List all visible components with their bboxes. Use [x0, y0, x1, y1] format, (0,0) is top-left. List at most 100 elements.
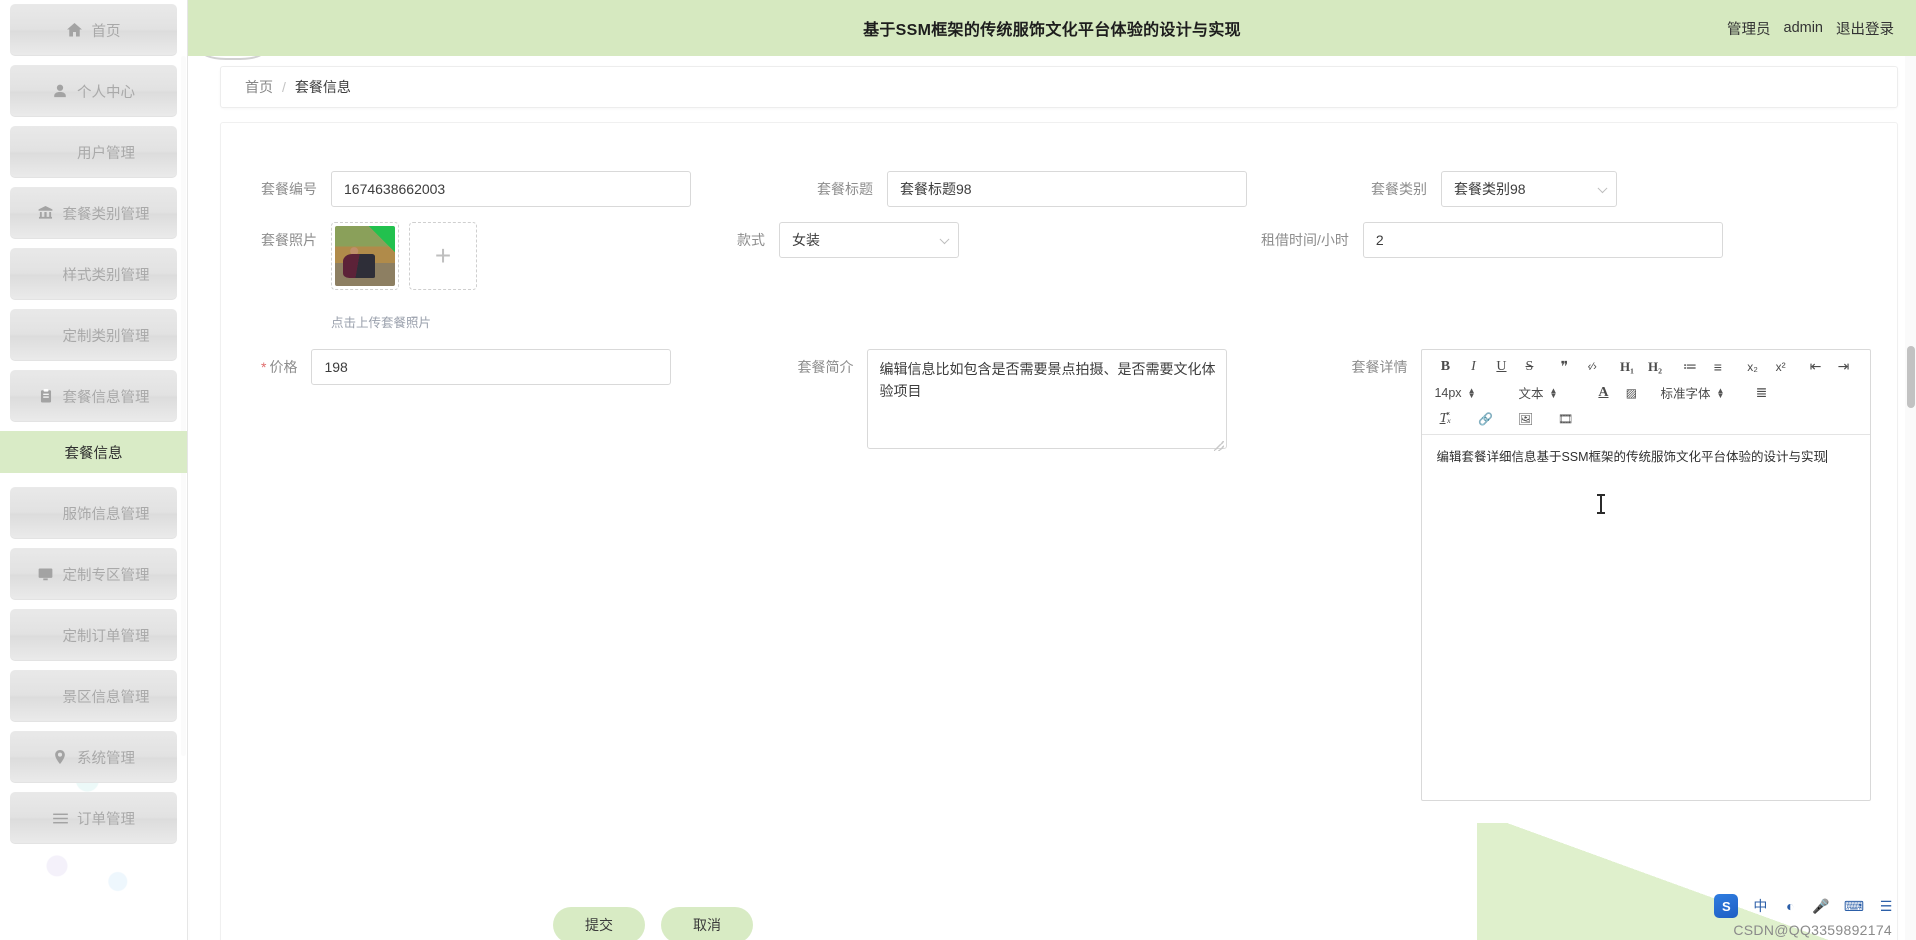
textarea-resize-grip[interactable] — [1214, 441, 1225, 451]
text-style-select[interactable]: 文本 ▲ ▼ — [1518, 383, 1576, 402]
font-size-select[interactable]: 14px ▲ ▼ — [1434, 386, 1492, 400]
field-package-category: 套餐类别 套餐类别98 — [1371, 171, 1617, 207]
grid-icon — [38, 689, 54, 704]
sidebar-item-clothing-info-management[interactable]: 服饰信息管理 — [10, 487, 177, 539]
app-root: 首页 个人中心 用户管理 套餐类别管理 样式类别管理 定制类别管理 套餐信息管理… — [0, 0, 1916, 940]
heading1-icon[interactable]: H₁ — [1616, 357, 1638, 376]
sidebar-item-personal-center[interactable]: 个人中心 — [10, 65, 177, 117]
subscript-icon[interactable]: x₂ — [1742, 357, 1764, 376]
video-icon[interactable]: 🎞 — [1554, 409, 1576, 428]
page-scrollbar-track[interactable] — [1905, 56, 1916, 940]
font-family-select[interactable]: 标准字体 ▲ ▼ — [1660, 383, 1734, 402]
image-icon[interactable]: 🖼 — [1514, 409, 1536, 428]
ime-halfwidth-icon[interactable]: ◐ — [1782, 898, 1798, 914]
logout-button[interactable]: 退出登录 — [1836, 18, 1894, 39]
sidebar-item-custom-category-management[interactable]: 定制类别管理 — [10, 309, 177, 361]
chevron-down-icon — [939, 234, 950, 245]
indent-icon[interactable]: ⇥ — [1832, 357, 1854, 376]
sidebar-item-scenic-info-management[interactable]: 景区信息管理 — [10, 670, 177, 722]
breadcrumb-home[interactable]: 首页 — [245, 77, 273, 97]
grid-icon — [38, 506, 54, 521]
package-form-card: 套餐编号 套餐标题 套餐类别 套餐类别98 套餐照 — [220, 122, 1898, 940]
align-icon[interactable]: ≣ — [1750, 383, 1772, 402]
stepper-icon: ▲ ▼ — [1716, 385, 1725, 400]
editor-content-area[interactable]: 编辑套餐详细信息基于SSM框架的传统服饰文化平台体验的设计与实现 — [1422, 435, 1870, 800]
required-mark: * — [261, 359, 267, 375]
app-header: 基于SSM框架的传统服饰文化平台体验的设计与实现 管理员 admin 退出登录 — [188, 0, 1916, 56]
blockquote-icon[interactable]: ❞ — [1553, 357, 1575, 376]
font-size-value: 14px — [1434, 385, 1462, 400]
sidebar-item-order-management[interactable]: 订单管理 — [10, 792, 177, 844]
italic-icon[interactable]: I — [1462, 357, 1484, 376]
field-package-detail: 套餐详情 B I U S ❞ ‹∕› H₁ H₂ ≔ ≡ x₂ x² ⇤ ⇥ 1… — [1351, 349, 1872, 801]
grid-icon — [38, 328, 54, 343]
cancel-button[interactable]: 取消 — [661, 907, 753, 940]
submit-button[interactable]: 提交 — [553, 907, 645, 940]
bold-icon[interactable]: B — [1434, 357, 1456, 376]
style-select[interactable]: 女装 — [779, 222, 959, 258]
list-icon — [52, 811, 68, 826]
strikethrough-icon[interactable]: S — [1518, 357, 1540, 376]
field-rent-hours: 租借时间/小时 — [1261, 222, 1723, 331]
package-title-input[interactable] — [887, 171, 1247, 207]
photo-uploader: + — [331, 222, 477, 290]
package-category-select[interactable]: 套餐类别98 — [1441, 171, 1617, 207]
sidebar-item-label: 套餐类别管理 — [62, 206, 150, 223]
code-icon[interactable]: ‹∕› — [1581, 357, 1603, 376]
editor-toolbar: B I U S ❞ ‹∕› H₁ H₂ ≔ ≡ x₂ x² ⇤ ⇥ 14px ▲… — [1422, 350, 1871, 435]
field-label: 套餐类别 — [1371, 181, 1427, 197]
ordered-list-icon[interactable]: ≔ — [1679, 357, 1701, 376]
user-name-label: admin — [1783, 20, 1824, 36]
breadcrumb-current: 套餐信息 — [294, 79, 351, 95]
sidebar-item-package-category-management[interactable]: 套餐类别管理 — [10, 187, 177, 239]
clipboard-icon — [38, 389, 54, 404]
sidebar-item-home[interactable]: 首页 — [10, 4, 177, 56]
ime-logo-icon[interactable]: S — [1714, 894, 1739, 918]
user-area: 管理员 admin 退出登录 — [1727, 0, 1894, 56]
highlight-color-icon[interactable]: ▨ — [1620, 383, 1642, 402]
ime-keyboard-icon[interactable]: ⌨ — [1844, 898, 1864, 915]
sidebar-item-label: 服饰信息管理 — [62, 506, 150, 523]
sidebar-item-label: 首页 — [91, 23, 121, 40]
rich-text-editor: B I U S ❞ ‹∕› H₁ H₂ ≔ ≡ x₂ x² ⇤ ⇥ 14px ▲… — [1421, 349, 1872, 801]
sidebar-item-label: 定制专区管理 — [62, 567, 150, 584]
field-package-photo: 套餐照片 + 点击上传套餐照片 — [261, 222, 477, 331]
text-style-value: 文本 — [1518, 387, 1544, 401]
field-package-title: 套餐标题 — [817, 171, 1247, 207]
unordered-list-icon[interactable]: ≡ — [1707, 357, 1729, 376]
home-icon — [67, 23, 83, 38]
uploaded-photo-thumbnail[interactable] — [331, 222, 399, 290]
breadcrumb-separator: / — [282, 79, 286, 95]
rent-hours-input[interactable] — [1362, 222, 1723, 258]
price-input[interactable] — [311, 349, 672, 385]
outdent-icon[interactable]: ⇤ — [1804, 357, 1826, 376]
ime-menu-icon[interactable]: ☰ — [1878, 898, 1894, 915]
field-label: 套餐编号 — [261, 181, 317, 197]
sidebar-item-label: 个人中心 — [77, 84, 135, 101]
form-actions: 提交 取消 — [553, 907, 1897, 940]
sidebar-item-user-management[interactable]: 用户管理 — [10, 126, 177, 178]
field-style: 款式 女装 — [737, 222, 959, 331]
text-caret — [1826, 450, 1828, 463]
sidebar-item-package-info-management[interactable]: 套餐信息管理 — [10, 370, 177, 422]
sidebar-subitem-package-info[interactable]: 套餐信息 — [0, 431, 187, 473]
superscript-icon[interactable]: x² — [1770, 357, 1792, 376]
link-icon[interactable]: 🔗 — [1474, 409, 1496, 428]
mouse-text-cursor — [1597, 494, 1606, 514]
price-label-text: 价格 — [269, 359, 298, 375]
heading2-icon[interactable]: H₂ — [1644, 357, 1666, 376]
sidebar-item-custom-order-management[interactable]: 定制订单管理 — [10, 609, 177, 661]
package-no-input[interactable] — [331, 171, 691, 207]
underline-icon[interactable]: U — [1490, 357, 1512, 376]
sidebar-item-system-management[interactable]: 系统管理 — [10, 731, 177, 783]
add-photo-button[interactable]: + — [409, 222, 477, 290]
ime-language-icon[interactable]: 中 — [1752, 896, 1768, 916]
upload-hint: 点击上传套餐照片 — [331, 316, 432, 330]
clear-format-icon[interactable]: T̽ₓ — [1434, 409, 1456, 428]
ime-microphone-icon[interactable]: 🎤 — [1812, 898, 1829, 915]
sidebar-item-style-category-management[interactable]: 样式类别管理 — [10, 248, 177, 300]
page-scrollbar-thumb[interactable] — [1907, 346, 1915, 408]
sidebar-item-custom-zone-management[interactable]: 定制专区管理 — [10, 548, 177, 600]
package-intro-textarea[interactable] — [867, 349, 1228, 449]
font-color-icon[interactable]: A — [1592, 383, 1614, 402]
